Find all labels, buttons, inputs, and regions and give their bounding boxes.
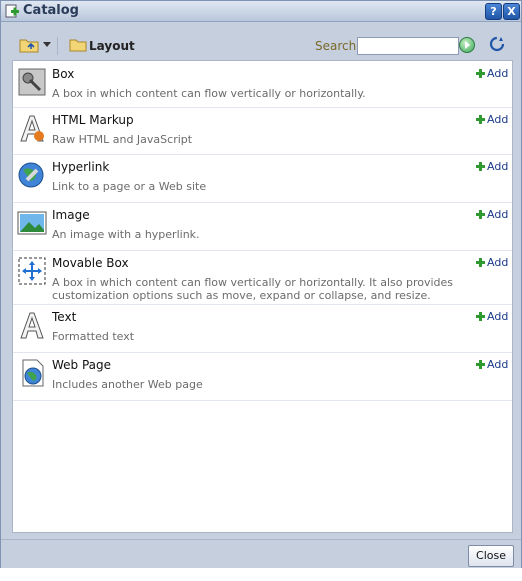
item-name: Web Page [52,358,112,372]
item-name: Image [52,208,90,222]
item-name: Box [52,67,75,81]
wrench-icon [18,68,46,96]
dialog-footer: Close [1,539,521,568]
add-label: Add [487,160,509,173]
close-window-button[interactable]: X [503,3,520,20]
refresh-icon[interactable] [489,36,505,52]
list-item: HTML Markup Raw HTML and JavaScript Add [13,107,512,155]
plus-icon [476,210,485,219]
list-item: Hyperlink Link to a page or a Web site A… [13,154,512,203]
plus-icon [476,258,485,267]
plus-icon [476,162,485,171]
item-name: Hyperlink [52,160,110,174]
search-label: Search [315,39,357,53]
add-html-markup-button[interactable]: Add [476,113,508,126]
html-markup-icon [20,115,44,142]
folder-icon [69,39,87,52]
chevron-down-icon[interactable] [43,42,51,47]
dialog-title: Catalog [23,3,79,18]
plus-icon [476,69,485,78]
add-web-page-button[interactable]: Add [476,358,508,371]
add-label: Add [487,208,509,221]
catalog-add-icon [5,4,19,18]
search-go-icon[interactable] [459,37,475,53]
plus-icon [476,360,485,369]
catalog-list: Box A box in which content can flow vert… [12,60,513,533]
add-label: Add [487,358,509,371]
item-description: An image with a hyperlink. [52,228,200,241]
add-image-button[interactable]: Add [476,208,508,221]
add-label: Add [487,256,509,269]
text-icon [20,312,44,339]
item-name: HTML Markup [52,113,134,127]
item-description: A box in which content can flow vertical… [52,276,454,302]
help-button[interactable]: ? [485,3,502,20]
layout-breadcrumb[interactable]: Layout [89,39,135,53]
web-page-icon [22,359,44,387]
toolbar-divider [57,37,58,55]
list-item: Web Page Includes another Web page Add [13,352,512,401]
item-description: Includes another Web page [52,378,203,391]
item-description: Link to a page or a Web site [52,180,207,193]
list-item: Box A box in which content can flow vert… [13,61,512,108]
item-description: Raw HTML and JavaScript [52,133,193,146]
add-box-button[interactable]: Add [476,67,508,80]
folder-up-icon[interactable] [19,37,39,53]
add-label: Add [487,67,509,80]
item-description: A box in which content can flow vertical… [52,87,366,100]
title-bar[interactable]: Catalog ? X [1,1,521,22]
add-text-button[interactable]: Add [476,310,508,323]
item-name: Text [52,310,77,324]
add-hyperlink-button[interactable]: Add [476,160,508,173]
list-item: Image An image with a hyperlink. Add [13,202,512,251]
search-input[interactable] [357,37,459,55]
hyperlink-globe-icon [18,162,44,188]
close-button[interactable]: Close [468,545,514,567]
list-item: Text Formatted text Add [13,304,512,353]
item-name: Movable Box [52,256,129,270]
image-icon [17,211,47,235]
add-label: Add [487,310,509,323]
plus-icon [476,115,485,124]
movable-box-icon [18,257,46,285]
plus-icon [476,312,485,321]
toolbar: Layout Search [9,29,513,61]
list-item: Movable Box A box in which content can f… [13,250,512,305]
item-description: Formatted text [52,330,135,343]
add-label: Add [487,113,509,126]
catalog-dialog: Catalog ? X Layout Search Box A box in w… [0,0,522,568]
add-movable-box-button[interactable]: Add [476,256,508,269]
